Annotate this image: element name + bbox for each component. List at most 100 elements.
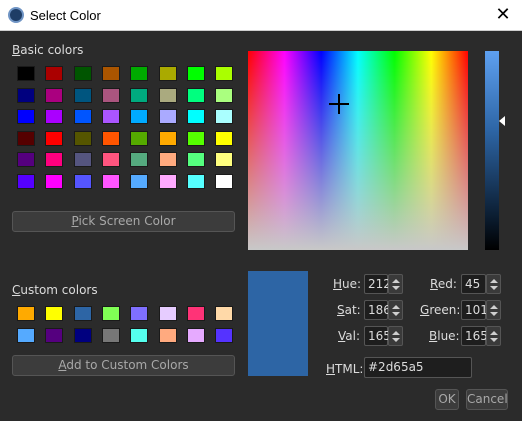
cancel-button[interactable]: Cancel <box>466 389 508 410</box>
custom-color-swatch[interactable] <box>73 306 92 321</box>
basic-color-swatch[interactable] <box>158 130 177 146</box>
custom-color-swatch[interactable] <box>73 327 92 343</box>
basic-color-swatch[interactable] <box>45 130 64 146</box>
spin-down-icon[interactable] <box>490 286 498 290</box>
custom-color-swatch[interactable] <box>17 306 35 321</box>
basic-color-swatch[interactable] <box>130 66 149 81</box>
basic-color-swatch[interactable] <box>73 66 92 81</box>
basic-color-swatch[interactable] <box>101 87 120 103</box>
color-spectrum[interactable] <box>248 51 468 250</box>
hue-input[interactable]: 212 <box>364 274 391 294</box>
green-input[interactable]: 101 <box>461 300 488 320</box>
title-bar: Select Color ✕ <box>0 0 522 31</box>
basic-color-swatch[interactable] <box>215 130 234 146</box>
basic-color-swatch[interactable] <box>17 109 35 124</box>
basic-color-swatch[interactable] <box>45 173 64 189</box>
basic-color-swatch[interactable] <box>45 152 64 167</box>
basic-color-swatch[interactable] <box>101 66 120 81</box>
basic-color-swatch[interactable] <box>186 152 205 167</box>
custom-color-swatch[interactable] <box>45 306 64 321</box>
basic-color-swatch[interactable] <box>215 87 234 103</box>
basic-color-swatch[interactable] <box>101 152 120 167</box>
basic-color-swatch[interactable] <box>215 109 234 124</box>
basic-color-swatch[interactable] <box>45 66 64 81</box>
custom-color-swatch[interactable] <box>130 327 149 343</box>
spin-down-icon[interactable] <box>392 312 400 316</box>
basic-color-swatch[interactable] <box>101 173 120 189</box>
custom-color-swatch[interactable] <box>215 306 234 321</box>
luminance-slider[interactable] <box>485 51 499 250</box>
basic-color-swatch[interactable] <box>73 152 92 167</box>
basic-color-swatch[interactable] <box>101 130 120 146</box>
basic-color-swatch[interactable] <box>73 109 92 124</box>
basic-color-swatch[interactable] <box>130 173 149 189</box>
html-input[interactable]: #2d65a5 <box>364 357 472 378</box>
basic-color-swatch[interactable] <box>45 109 64 124</box>
basic-color-swatch[interactable] <box>158 87 177 103</box>
basic-color-swatch[interactable] <box>215 66 234 81</box>
custom-color-swatch[interactable] <box>215 327 234 343</box>
spin-up-icon[interactable] <box>392 331 400 335</box>
basic-color-swatch[interactable] <box>17 173 35 189</box>
hue-spinner[interactable] <box>388 274 403 294</box>
basic-color-swatch[interactable] <box>73 173 92 189</box>
spin-up-icon[interactable] <box>392 305 400 309</box>
blue-label: Blue: <box>429 329 460 343</box>
add-to-custom-colors-button[interactable]: Add to Custom Colors <box>12 355 235 376</box>
custom-color-swatch[interactable] <box>101 327 120 343</box>
basic-color-swatch[interactable] <box>17 152 35 167</box>
ok-button[interactable]: OK <box>435 389 459 410</box>
pick-screen-color-button[interactable]: Pick Screen Color <box>12 211 235 232</box>
spin-up-icon[interactable] <box>490 331 498 335</box>
slider-arrow-icon[interactable] <box>499 116 505 126</box>
custom-color-swatch[interactable] <box>101 306 120 321</box>
spin-down-icon[interactable] <box>490 338 498 342</box>
close-icon[interactable]: ✕ <box>492 4 514 26</box>
val-input[interactable]: 165 <box>364 326 391 346</box>
spin-up-icon[interactable] <box>392 279 400 283</box>
spin-down-icon[interactable] <box>490 312 498 316</box>
basic-color-swatch[interactable] <box>101 109 120 124</box>
basic-color-swatch[interactable] <box>158 152 177 167</box>
crosshair-icon-vertical <box>338 94 340 114</box>
basic-color-swatch[interactable] <box>130 87 149 103</box>
basic-color-swatch[interactable] <box>215 152 234 167</box>
blue-spinner[interactable] <box>486 326 501 346</box>
basic-color-swatch[interactable] <box>215 173 234 189</box>
red-input[interactable]: 45 <box>461 274 486 294</box>
custom-color-swatch[interactable] <box>186 327 205 343</box>
custom-color-swatch[interactable] <box>45 327 64 343</box>
custom-color-swatch[interactable] <box>158 327 177 343</box>
basic-color-swatch[interactable] <box>158 66 177 81</box>
custom-color-swatch[interactable] <box>158 306 177 321</box>
basic-color-swatch[interactable] <box>73 130 92 146</box>
basic-color-swatch[interactable] <box>186 87 205 103</box>
basic-color-swatch[interactable] <box>130 109 149 124</box>
sat-input[interactable]: 186 <box>364 300 391 320</box>
spin-down-icon[interactable] <box>392 286 400 290</box>
spin-up-icon[interactable] <box>490 305 498 309</box>
basic-color-swatch[interactable] <box>186 173 205 189</box>
basic-color-swatch[interactable] <box>130 152 149 167</box>
sat-spinner[interactable] <box>388 300 403 320</box>
spin-down-icon[interactable] <box>392 338 400 342</box>
basic-color-swatch[interactable] <box>17 130 35 146</box>
custom-color-swatch[interactable] <box>17 327 35 343</box>
basic-color-swatch[interactable] <box>158 109 177 124</box>
spin-up-icon[interactable] <box>490 279 498 283</box>
red-spinner[interactable] <box>486 274 501 294</box>
basic-color-swatch[interactable] <box>45 87 64 103</box>
basic-color-swatch[interactable] <box>158 173 177 189</box>
basic-color-swatch[interactable] <box>17 87 35 103</box>
basic-color-swatch[interactable] <box>186 109 205 124</box>
blue-input[interactable]: 165 <box>461 326 488 346</box>
custom-color-swatch[interactable] <box>130 306 149 321</box>
basic-color-swatch[interactable] <box>130 130 149 146</box>
basic-color-swatch[interactable] <box>186 66 205 81</box>
basic-color-swatch[interactable] <box>17 66 35 81</box>
green-spinner[interactable] <box>486 300 501 320</box>
val-spinner[interactable] <box>388 326 403 346</box>
basic-color-swatch[interactable] <box>186 130 205 146</box>
custom-color-swatch[interactable] <box>186 306 205 321</box>
basic-color-swatch[interactable] <box>73 87 92 103</box>
